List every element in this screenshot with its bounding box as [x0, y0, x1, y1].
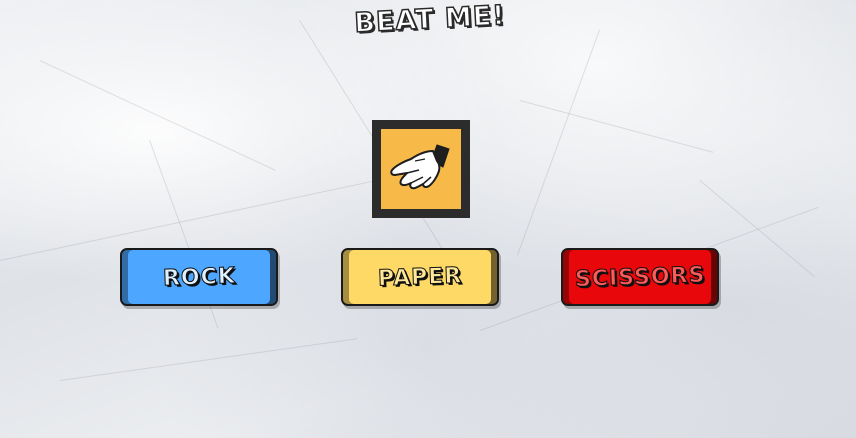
rock-button[interactable]: ROCK: [120, 248, 278, 306]
paper-hand-icon: [390, 144, 450, 190]
game-title: BEAT ME!: [353, 0, 507, 40]
scissors-button[interactable]: SCISSORS: [561, 248, 719, 306]
paper-button-label: PAPER: [377, 263, 463, 292]
paper-button[interactable]: PAPER: [341, 248, 499, 306]
rock-button-label: ROCK: [162, 263, 237, 292]
scissors-button-label: SCISSORS: [574, 262, 706, 293]
choice-inner: [381, 129, 461, 209]
computer-choice-display: [372, 120, 470, 218]
